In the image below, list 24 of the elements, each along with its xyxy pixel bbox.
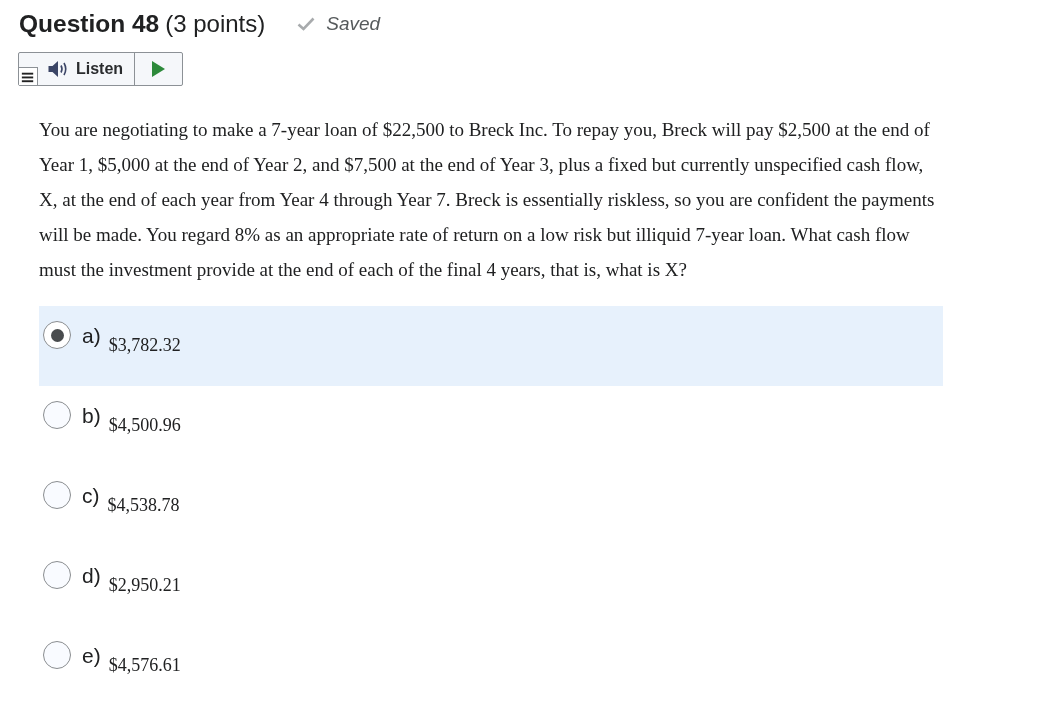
option-value: $4,538.78 <box>107 495 180 515</box>
option-letter: d) <box>82 563 101 589</box>
option-letter: e) <box>82 643 101 669</box>
option-letter: a) <box>82 323 101 349</box>
radio-button[interactable] <box>43 401 71 429</box>
points-label: (3 points) <box>165 10 266 38</box>
radio-button[interactable] <box>43 321 71 349</box>
listen-button[interactable]: Listen <box>38 53 135 85</box>
option-value: $4,576.61 <box>108 655 181 675</box>
radio-button[interactable] <box>43 641 71 669</box>
radio-button[interactable] <box>43 481 71 509</box>
option-value: $4,500.96 <box>108 415 181 435</box>
radio-button[interactable] <box>43 561 71 589</box>
speaker-icon <box>48 60 69 78</box>
saved-status: Saved <box>326 13 381 35</box>
menu-icon[interactable] <box>19 67 38 85</box>
checkmark-icon <box>297 17 316 31</box>
question-title: Question 48 <box>19 10 160 38</box>
option-value: $2,950.21 <box>108 575 181 595</box>
play-icon <box>152 61 166 77</box>
option-letter: b) <box>82 403 101 429</box>
option-value: $3,782.32 <box>108 335 181 355</box>
option-letter: c) <box>82 483 100 509</box>
question-text: You are negotiating to make a 7-year loan of $22,500 to Breck Inc. To repay you, Breck will pay $2,500 at the end of Year 1, $5,000 at the end of Year 2, and $7,500 at the end of Year 3, plus a fixed but currently unspecified cash flow, X, at the end of each year from Year 4 through Year 7. Breck is essentially riskless, so you are confident the payments will be made. You regard 8% as an appropriate rate of return on a low risk but illiquid 7-year loan. What cash flow must the investment provide at the end of each of the final 4 years, that is, what is X? <box>39 118 936 282</box>
